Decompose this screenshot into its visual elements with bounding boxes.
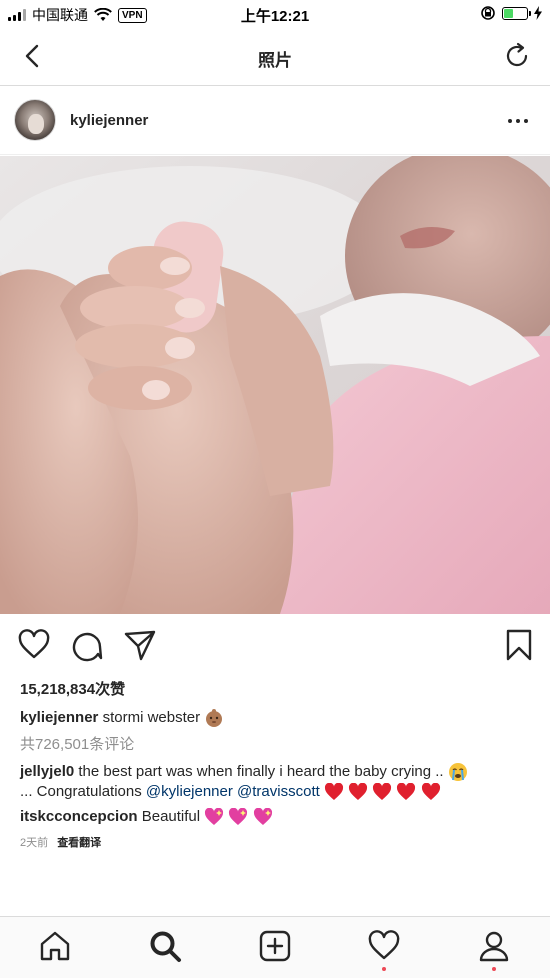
- view-all-comments-link[interactable]: 共726,501条评论: [20, 733, 134, 754]
- bottom-tab-bar: [0, 916, 550, 978]
- share-icon[interactable]: [123, 628, 157, 662]
- post-photo[interactable]: [0, 156, 550, 614]
- status-right: [480, 5, 542, 21]
- timestamp: 2天前: [20, 837, 49, 849]
- bookmark-icon[interactable]: [502, 628, 536, 662]
- status-bar: 中国联通 VPN 上午12:21: [0, 0, 550, 28]
- activity-heart-icon[interactable]: [367, 929, 401, 963]
- mention-link[interactable]: @travisscott: [237, 783, 320, 800]
- red-hearts-emoji-icon: [324, 783, 441, 801]
- home-icon[interactable]: [38, 929, 72, 963]
- post-meta: 2天前 查看翻译: [20, 834, 101, 850]
- caption-text: stormi webster: [102, 709, 201, 726]
- new-post-icon[interactable]: [258, 929, 292, 963]
- nav-bar: 照片: [0, 28, 550, 86]
- refresh-icon[interactable]: [502, 41, 532, 71]
- caption-username[interactable]: kyliejenner: [20, 709, 98, 726]
- comment-item: itskcconcepcion Beautiful: [20, 807, 536, 827]
- heart-icon[interactable]: [17, 628, 51, 662]
- baby-emoji-icon: [206, 709, 223, 728]
- comment-username[interactable]: itskcconcepcion: [20, 808, 138, 825]
- comment-text: Beautiful: [141, 808, 201, 825]
- crying-face-emoji-icon: [448, 763, 467, 782]
- post-actions: [0, 628, 550, 668]
- more-options-icon[interactable]: [506, 113, 530, 129]
- comment-item: jellyjel0 the best part was when finally…: [20, 762, 536, 802]
- sparkling-hearts-emoji-icon: [204, 808, 272, 826]
- mention-link[interactable]: @kyliejenner: [146, 783, 233, 800]
- search-icon[interactable]: [148, 929, 182, 963]
- status-time: 上午12:21: [240, 8, 310, 25]
- battery-icon: [502, 6, 531, 20]
- comment-text-cont: ... Congratulations: [20, 783, 142, 801]
- activity-notification-dot: [382, 967, 386, 971]
- see-translation-link[interactable]: 查看翻译: [57, 837, 101, 849]
- post-username[interactable]: kyliejenner: [70, 112, 148, 129]
- profile-icon[interactable]: [477, 929, 511, 963]
- post-caption: kyliejenner stormi webster: [20, 707, 530, 729]
- page-title: 照片: [258, 51, 292, 70]
- comment-icon[interactable]: [70, 628, 104, 662]
- comment-username[interactable]: jellyjel0: [20, 763, 74, 780]
- profile-notification-dot: [492, 967, 496, 971]
- charging-icon: [534, 6, 542, 20]
- comment-text: the best part was when finally i heard t…: [78, 763, 444, 780]
- post-header: kyliejenner: [0, 87, 550, 155]
- likes-count[interactable]: 15,218,834次赞: [20, 678, 125, 699]
- alarm-lock-icon: [481, 6, 495, 20]
- avatar[interactable]: [14, 99, 56, 141]
